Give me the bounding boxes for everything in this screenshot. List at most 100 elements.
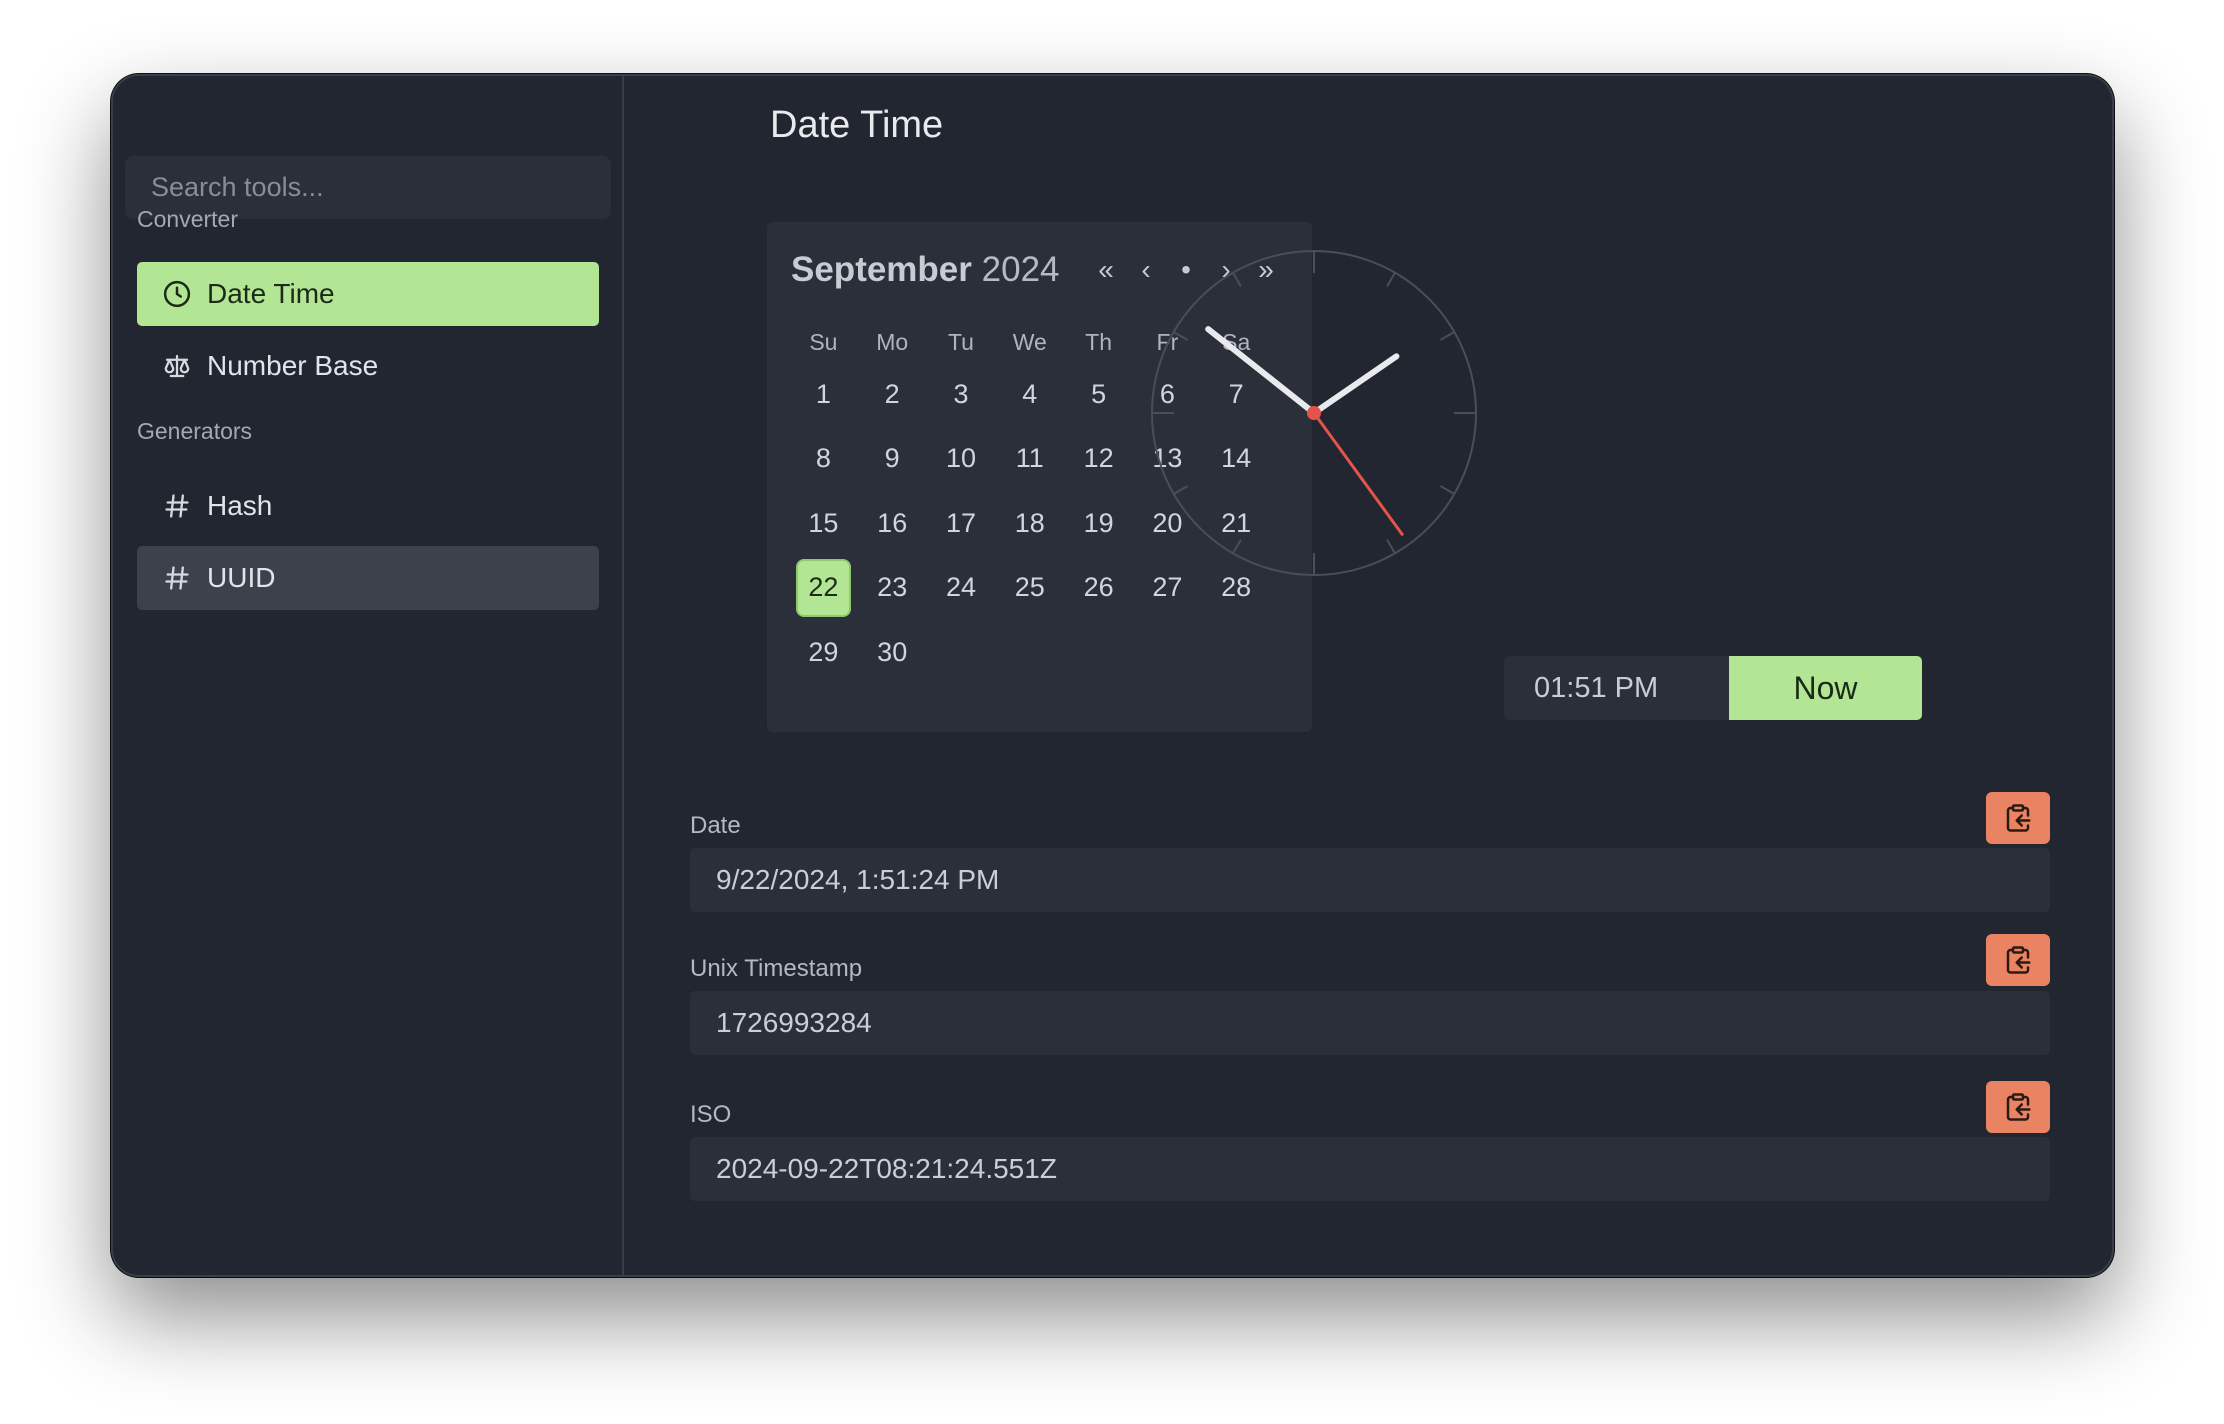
app-window: Search tools... Converter Date Time Numb… — [111, 74, 2114, 1277]
calendar-day[interactable]: 30 — [858, 620, 927, 685]
calendar-day-number: 4 — [1022, 378, 1038, 409]
calendar-day-number: 25 — [1014, 572, 1045, 603]
calendar-day-number: 9 — [884, 443, 900, 474]
calendar-day-number: 5 — [1091, 378, 1107, 409]
calendar-day[interactable]: 8 — [789, 427, 858, 492]
calendar-day-number: 12 — [1083, 443, 1114, 474]
second-hand — [1312, 411, 1404, 536]
calendar-day[interactable]: 23 — [858, 556, 927, 621]
section-label-converter: Converter — [137, 206, 238, 232]
calendar-header[interactable]: September 2024 — [791, 250, 1060, 290]
calendar-day-number: 26 — [1083, 572, 1114, 603]
unix-timestamp-label: Unix Timestamp — [690, 955, 863, 982]
now-button[interactable]: Now — [1729, 656, 1922, 720]
clock-tick — [1173, 485, 1189, 495]
calendar-day[interactable]: 25 — [995, 556, 1064, 621]
calendar-day-number: 3 — [953, 378, 969, 409]
calendar-year: 2024 — [981, 250, 1060, 289]
clock-tick — [1386, 272, 1396, 288]
calendar-day[interactable]: 15 — [789, 491, 858, 556]
calendar-day-number: 10 — [945, 443, 977, 474]
calendar-day-number: 23 — [877, 572, 908, 603]
calendar-day-number: 29 — [808, 636, 839, 667]
calendar-day[interactable]: 1 — [789, 362, 858, 427]
calendar-day[interactable]: 9 — [858, 427, 927, 492]
sidebar-item-label: Hash — [207, 490, 273, 521]
clock-tick — [1439, 331, 1455, 341]
calendar-day-number: 1 — [815, 378, 831, 409]
calendar-week-row: 29 30 — [789, 620, 1289, 685]
calendar-day-number: 24 — [945, 572, 977, 603]
calendar-day[interactable]: 29 — [789, 620, 858, 685]
calendar-day[interactable]: 11 — [995, 427, 1064, 492]
calendar-day[interactable]: 18 — [995, 491, 1064, 556]
calendar-day-number: 2 — [884, 378, 900, 409]
time-input[interactable]: 01:51 PM — [1504, 656, 1729, 720]
calendar-day[interactable]: 17 — [927, 491, 996, 556]
weekday-label: Th — [1085, 328, 1112, 355]
clock-tick — [1232, 272, 1242, 288]
sidebar-item-hash[interactable]: Hash — [137, 474, 599, 538]
section-label-generators: Generators — [137, 418, 253, 444]
hour-hand — [1311, 353, 1400, 416]
iso-label: ISO — [690, 1101, 732, 1128]
calendar-day[interactable]: 5 — [1064, 362, 1133, 427]
copy-unix-timestamp-button[interactable] — [1986, 934, 2050, 986]
clipboard-icon — [2006, 804, 2031, 832]
calendar-empty-cell — [1202, 620, 1271, 685]
clock-tick — [1232, 538, 1242, 554]
calendar-day[interactable]: 24 — [927, 556, 996, 621]
weekday-label: Tu — [947, 328, 974, 355]
clipboard-icon — [2006, 1093, 2031, 1121]
sidebar-item-number-base[interactable]: Number Base — [137, 334, 599, 398]
weekday-label: Su — [809, 328, 838, 355]
sidebar-item-label: UUID — [207, 562, 276, 593]
calendar-day[interactable]: 4 — [995, 362, 1064, 427]
iso-field[interactable]: 2024-09-22T08:21:24.551Z — [690, 1137, 2050, 1201]
unix-timestamp-field[interactable]: 1726993284 — [690, 991, 2050, 1055]
calendar-month: September — [791, 250, 972, 289]
sidebar-item-uuid[interactable]: UUID — [137, 546, 599, 610]
sidebar-item-label: Number Base — [207, 350, 379, 381]
sidebar: Search tools... Converter Date Time Numb… — [113, 76, 624, 1275]
calendar-empty-cell — [927, 620, 996, 685]
calendar-day-number: 11 — [1015, 443, 1044, 474]
calendar-day[interactable]: 12 — [1064, 427, 1133, 492]
copy-date-button[interactable] — [1986, 792, 2050, 844]
clock-center — [1307, 406, 1321, 420]
clock-tick — [1439, 485, 1455, 495]
calendar-day-number: 15 — [808, 507, 839, 538]
analog-clock — [1151, 250, 1477, 576]
weekday-label: We — [1012, 328, 1047, 355]
calendar-day[interactable]: 2 — [858, 362, 927, 427]
calendar-day[interactable]: 3 — [927, 362, 996, 427]
date-label: Date — [690, 812, 741, 839]
date-field[interactable]: 9/22/2024, 1:51:24 PM — [690, 848, 2050, 912]
calendar-day-number: 18 — [1014, 507, 1045, 538]
minute-hand — [1205, 326, 1317, 416]
calendar-day-number: 19 — [1083, 507, 1114, 538]
calendar-day[interactable]: 26 — [1064, 556, 1133, 621]
calendar-day-number: 17 — [945, 507, 977, 538]
clipboard-icon — [2006, 946, 2031, 974]
sidebar-item-label: Date Time — [207, 278, 335, 309]
calendar-day[interactable]: 16 — [858, 491, 927, 556]
calendar-day-selected[interactable]: 22 — [789, 556, 858, 621]
calendar-day[interactable]: 10 — [927, 427, 996, 492]
copy-iso-button[interactable] — [1986, 1081, 2050, 1133]
previous-year-button[interactable]: « — [1088, 252, 1124, 288]
hash-icon — [161, 562, 193, 594]
weekday-label: Mo — [876, 328, 909, 355]
clock-icon — [161, 278, 193, 310]
sidebar-item-date-time[interactable]: Date Time — [137, 262, 599, 326]
calendar-day[interactable]: 19 — [1064, 491, 1133, 556]
scale-icon — [161, 350, 193, 382]
clock-tick — [1173, 331, 1189, 341]
calendar-day-number: 30 — [877, 636, 908, 667]
page-title: Date Time — [770, 104, 944, 146]
calendar-empty-cell — [995, 620, 1064, 685]
clock-tick — [1386, 538, 1396, 554]
calendar-empty-cell — [1133, 620, 1202, 685]
hash-icon — [161, 490, 193, 522]
calendar-day-number: 16 — [877, 507, 908, 538]
